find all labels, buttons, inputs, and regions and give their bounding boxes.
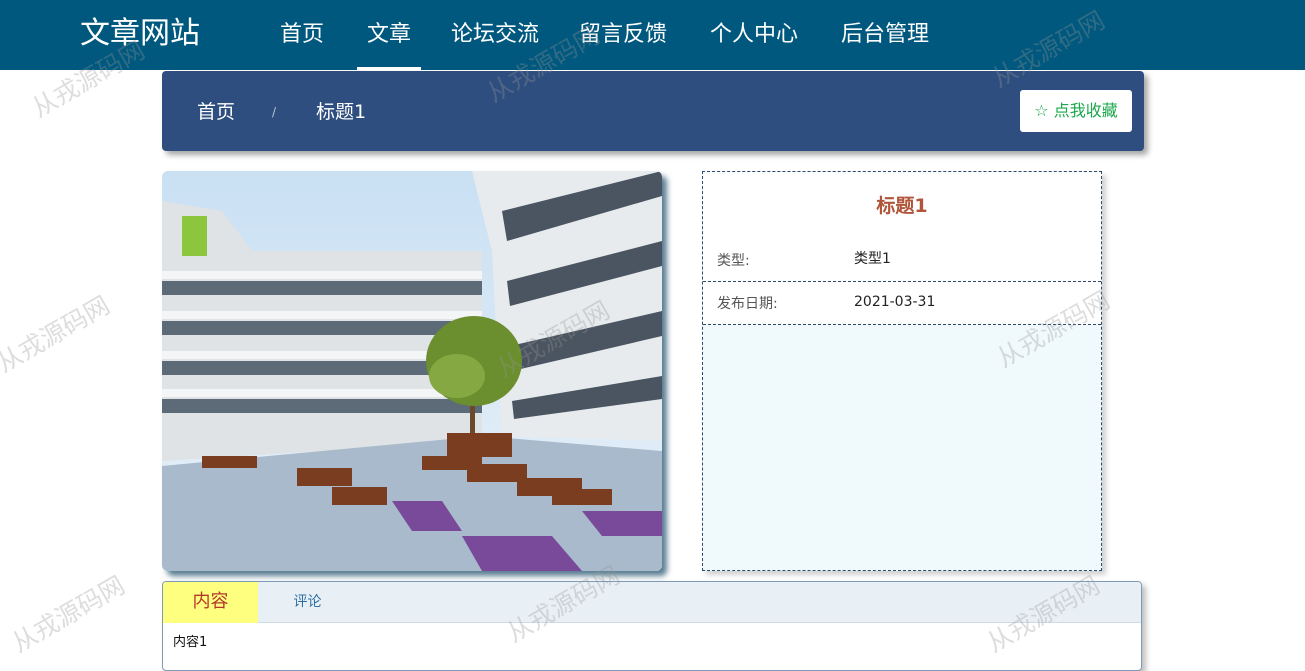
top-navbar: 文章网站 首页 文章 论坛交流 留言反馈 个人中心 后台管理 (0, 0, 1305, 70)
tab-body: 内容1 (173, 635, 208, 650)
info-row-type: 类型: 类型1 (703, 239, 1101, 282)
site-logo[interactable]: 文章网站 (80, 14, 200, 54)
watermark: 从戎源码网 (0, 290, 115, 379)
nav-item-feedback[interactable]: 留言反馈 (579, 0, 667, 70)
article-info-card: 标题1 类型: 类型1 发布日期: 2021-03-31 (702, 171, 1102, 571)
breadcrumb-home[interactable]: 首页 (197, 100, 235, 124)
breadcrumb-current: 标题1 (316, 101, 367, 123)
article-title: 标题1 (703, 172, 1101, 239)
watermark: 从戎源码网 (6, 570, 130, 659)
breadcrumb-separator: / (272, 105, 277, 119)
date-value: 2021-03-31 (854, 294, 936, 310)
favorite-button[interactable]: ☆ 点我收藏 (1020, 90, 1132, 132)
tab-strip: 内容 评论 (163, 582, 1141, 623)
article-image (162, 171, 662, 571)
info-row-date: 发布日期: 2021-03-31 (703, 282, 1101, 325)
breadcrumb: 首页 / 标题1 ☆ 点我收藏 (162, 71, 1144, 151)
nav-item-articles[interactable]: 文章 (356, 0, 422, 70)
nav-item-forum[interactable]: 论坛交流 (451, 0, 539, 70)
tab-content[interactable]: 内容 (163, 582, 258, 623)
nav-item-home[interactable]: 首页 (280, 0, 324, 70)
nav-item-admin[interactable]: 后台管理 (841, 0, 929, 70)
nav-item-profile[interactable]: 个人中心 (710, 0, 798, 70)
content-tabs: 内容 评论 内容1 (162, 581, 1142, 671)
date-label: 发布日期: (717, 296, 778, 312)
type-value: 类型1 (854, 251, 891, 267)
tab-comments[interactable]: 评论 (285, 582, 330, 623)
type-label: 类型: (717, 253, 750, 269)
